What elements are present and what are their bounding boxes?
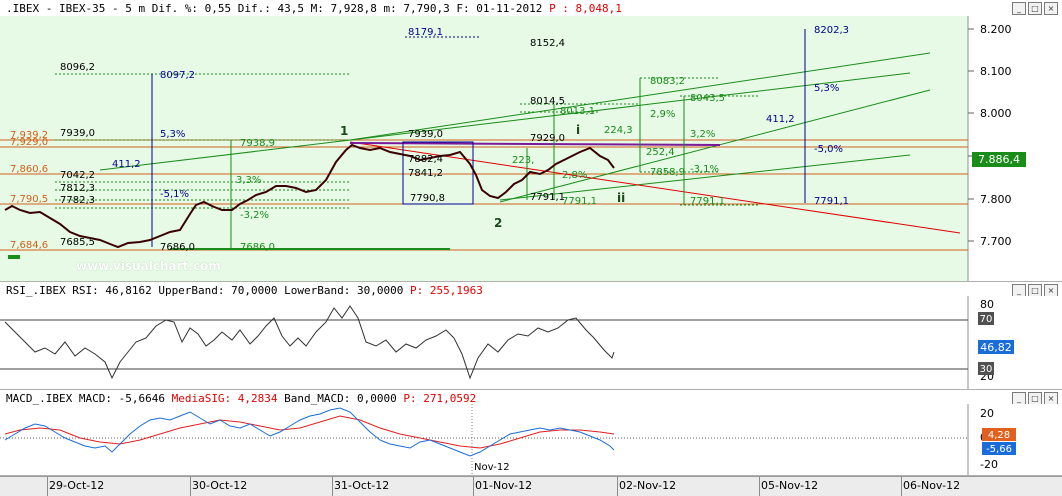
macd-pane[interactable]: MACD_.IBEX MACD: -5,6646 MediaSIG: 4,283… — [0, 390, 1062, 476]
annotation-l8097: 8097,2 — [160, 70, 195, 81]
annotation-l7929: 7929,0 — [530, 133, 565, 144]
wave-label-2: 2 — [494, 216, 502, 230]
last-price-badge-text: 7.886,4 — [978, 153, 1020, 166]
annotation-p53b: 5,3% — [814, 83, 839, 94]
annotation-p51: -5,1% — [160, 189, 189, 200]
annotation-l7939a: 7939,0 — [60, 128, 95, 139]
annotation-p50: -5,0% — [814, 144, 843, 155]
time-axis: 29-Oct-12 30-Oct-12 31-Oct-12 01-Nov-12 02-N… — [0, 476, 1062, 496]
wave-label-1: 1 — [340, 124, 348, 138]
time-tick — [759, 477, 760, 496]
price-y-tick-label: 8.200 — [980, 23, 1012, 36]
annotation-v223: 223, — [512, 155, 534, 166]
time-axis-label: 05-Nov-12 — [761, 479, 819, 492]
annotation-v4112a: 411,2 — [112, 159, 141, 170]
macd-cursor-label: Nov-12 — [474, 462, 510, 473]
macd-y-tick-label: -20 — [980, 458, 998, 471]
time-axis-label: 29-Oct-12 — [49, 479, 105, 492]
annotation-l7790: 7790,8 — [410, 193, 445, 204]
left-level-label: 7,929,0 — [10, 137, 48, 148]
annotation-v4112b: 411,2 — [766, 114, 795, 125]
time-tick — [47, 477, 48, 496]
left-level-label: 7,860,6 — [10, 164, 48, 175]
pane-marker — [8, 255, 20, 259]
annotation-l7791b: 7791,1 — [562, 196, 597, 207]
macd-line — [4, 407, 615, 457]
annotation-p32b: -3,2% — [240, 210, 269, 221]
left-level-label: 7,790,5 — [10, 194, 48, 205]
time-tick — [901, 477, 902, 496]
price-y-tick-label: 8.000 — [980, 107, 1012, 120]
annotation-l8179: 8179,1 — [408, 27, 443, 38]
rsi-value-badge-text: 46,82 — [980, 341, 1012, 354]
macd-value-badge-text: -5,66 — [986, 444, 1012, 455]
price-chart[interactable]: 8.2008.1008.0007.9007.8007.700 7,939,27,… — [0, 0, 1062, 281]
annotation-l8152: 8152,4 — [530, 38, 565, 49]
watermark-text: www.visualchart.com — [76, 259, 221, 273]
annotation-l7042: 7042,2 — [60, 170, 95, 181]
annotation-l8013: 8013,1 — [560, 106, 595, 117]
price-y-tick-label: 7.700 — [980, 235, 1012, 248]
annotation-l8096: 8096,2 — [60, 62, 95, 73]
wave-label-ii: ii — [617, 191, 625, 205]
time-axis-label: 30-Oct-12 — [192, 479, 248, 492]
annotation-p28: 2,8% — [562, 170, 587, 181]
annotation-l7685: 7685,5 — [60, 237, 95, 248]
macd-chart[interactable]: 200-20 4,28 -5,66 Nov-12 — [0, 390, 1062, 475]
annotation-l7812: 7812,3 — [60, 183, 95, 194]
annotation-v2243: 224,3 — [604, 125, 633, 136]
time-tick — [617, 477, 618, 496]
annotation-p33: 3,3% — [236, 175, 261, 186]
annotation-p53a: 5,3% — [160, 129, 185, 140]
annotation-l7686a: 7686,0 — [160, 242, 195, 253]
time-tick — [190, 477, 191, 496]
annotation-l7791d: 7791,1 — [814, 196, 849, 207]
annotation-l7938: 7938,9 — [240, 138, 275, 149]
price-y-tick-label: 7.800 — [980, 193, 1012, 206]
rsi-lower-badge-text: 30 — [980, 364, 993, 375]
annotation-l7791c: 7791,1 — [690, 196, 725, 207]
price-y-tick-label: 8.100 — [980, 65, 1012, 78]
annotation-l7791a: 7791,1 — [530, 192, 565, 203]
rsi-line — [4, 305, 615, 380]
annotation-p32a: 3,2% — [690, 129, 715, 140]
annotation-l7686b: 7686,0 — [240, 242, 275, 253]
annotation-l7939b: 7939,0 — [408, 129, 443, 140]
annotation-l7882: 7882,4 — [408, 154, 443, 165]
time-tick — [332, 477, 333, 496]
rsi-chart[interactable]: 80703020 70 46,82 30 — [0, 282, 1062, 389]
annotation-l7841: 7841,2 — [408, 168, 443, 179]
annotation-p29: 2,9% — [650, 109, 675, 120]
annotation-l8202: 8202,3 — [814, 25, 849, 36]
annotation-l8043: 8043,5 — [690, 93, 725, 104]
annotation-p31: -3,1% — [690, 164, 719, 175]
price-chart-pane[interactable]: .IBEX - IBEX-35 - 5 m Dif. %: 0,55 Dif.:… — [0, 0, 1062, 282]
left-level-label: 7,684,6 — [10, 240, 48, 251]
rsi-pane[interactable]: RSI_.IBEX RSI: 46,8162 UpperBand: 70,000… — [0, 282, 1062, 390]
time-axis-label: 06-Nov-12 — [903, 479, 961, 492]
annotation-l8083: 8083,2 — [650, 76, 685, 87]
rsi-y-tick-label: 80 — [980, 298, 994, 311]
time-axis-label: 01-Nov-12 — [475, 479, 533, 492]
annotation-l7782: 7782,3 — [60, 195, 95, 206]
annotation-v2524: 252,4 — [646, 147, 675, 158]
macd-signal-badge-text: 4,28 — [988, 430, 1010, 441]
rsi-upper-badge-text: 70 — [980, 314, 993, 325]
macd-y-tick-label: 20 — [980, 407, 994, 420]
time-axis-label: 02-Nov-12 — [619, 479, 677, 492]
macd-signal-line — [4, 415, 615, 449]
wave-label-i: i — [576, 123, 580, 137]
time-axis-label: 31-Oct-12 — [334, 479, 390, 492]
time-tick — [473, 477, 474, 496]
annotation-l7858: 7858,9 — [650, 167, 685, 178]
